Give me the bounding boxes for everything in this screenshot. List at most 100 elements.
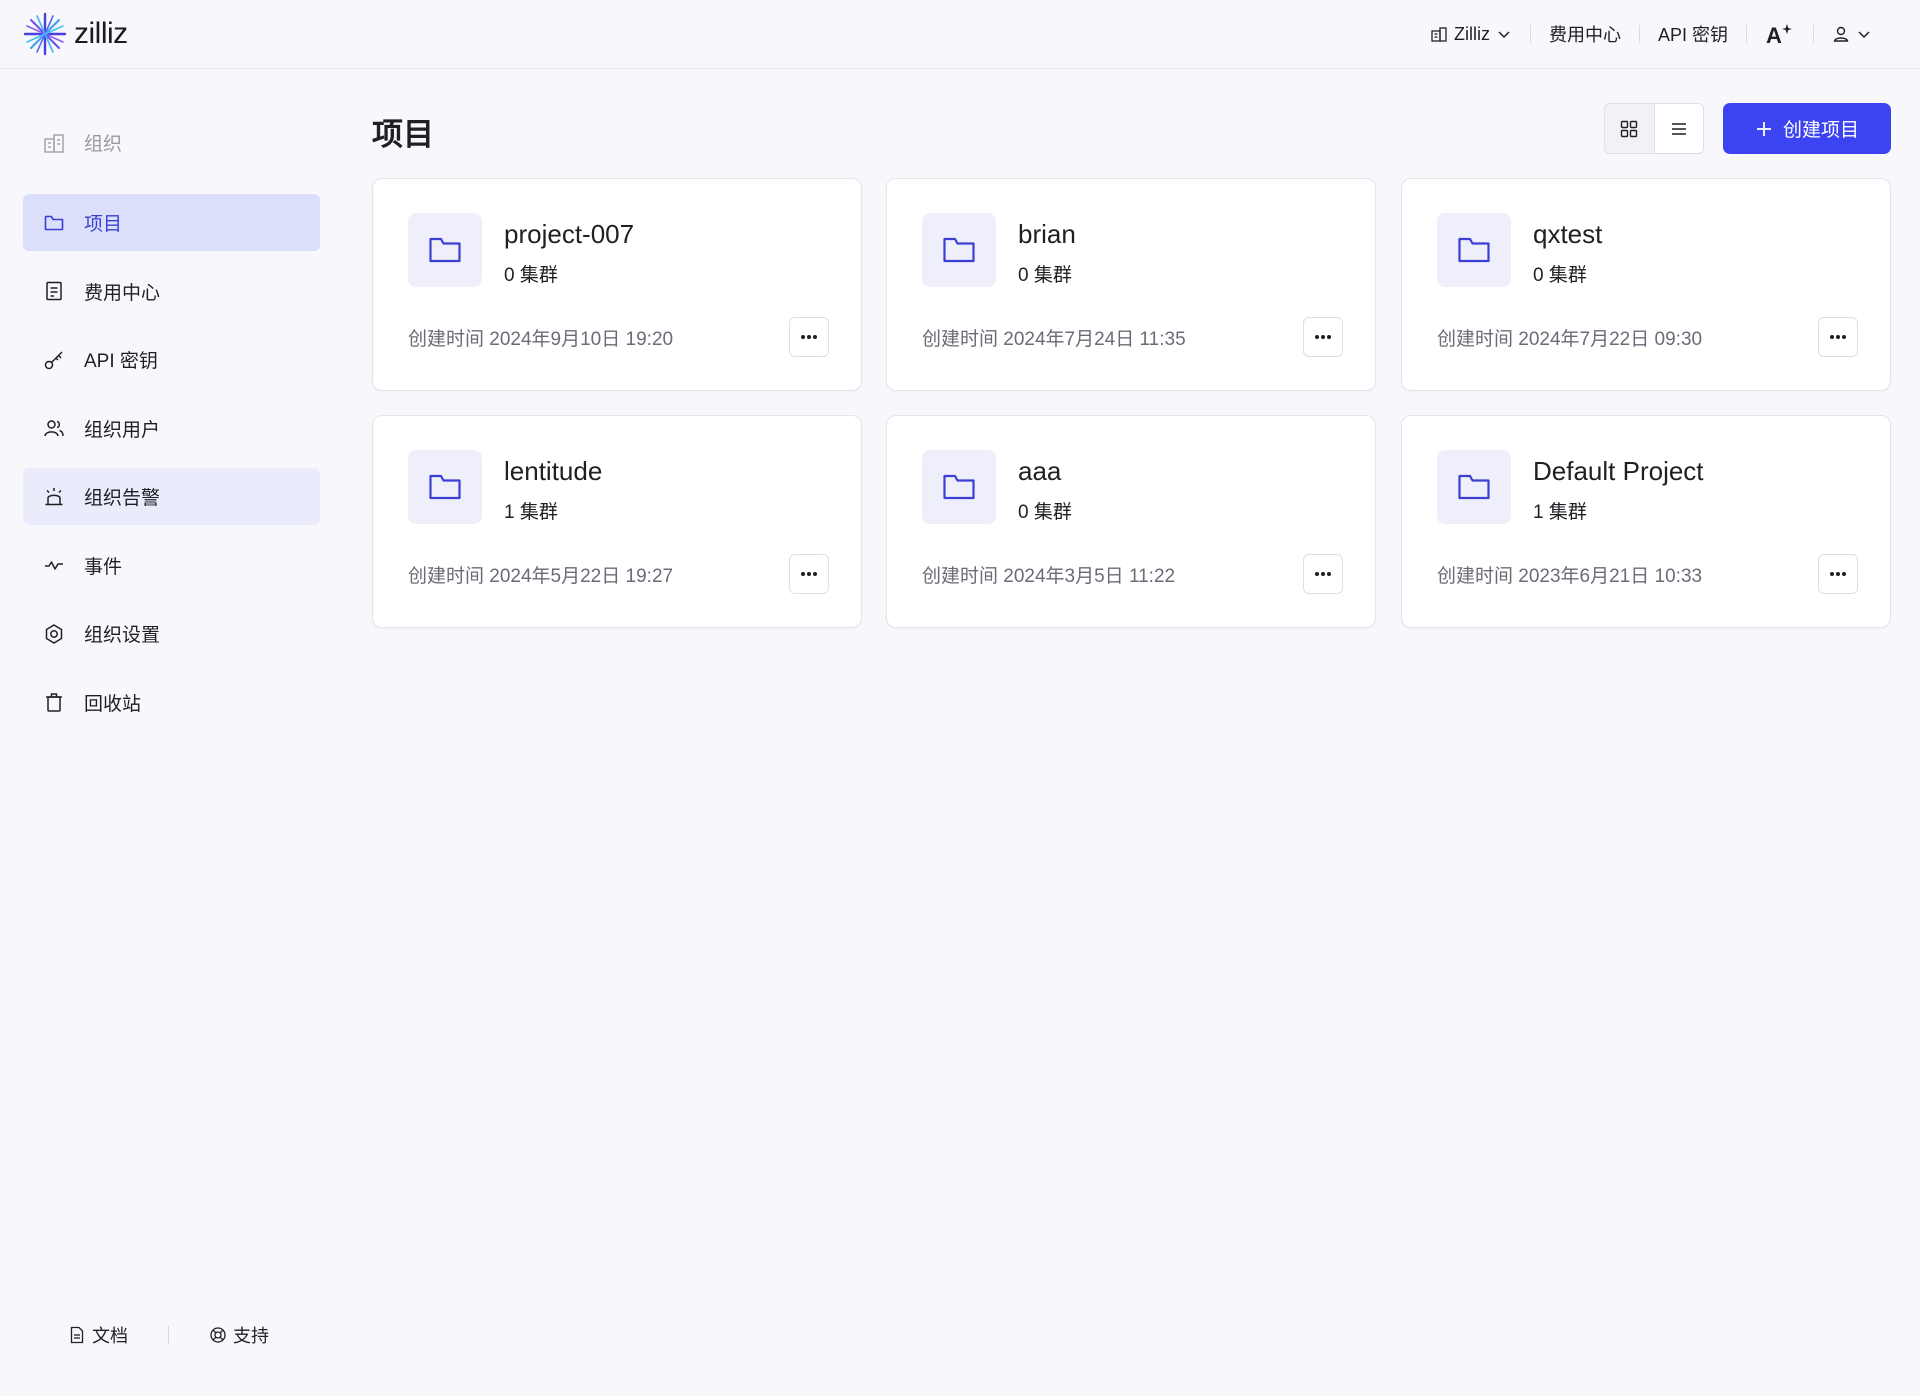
support-link[interactable]: 支持 <box>209 1322 269 1348</box>
api-key-link[interactable]: API 密钥 <box>1640 21 1746 47</box>
org-switcher-label: Zilliz <box>1453 23 1490 44</box>
view-toggle <box>1604 103 1704 154</box>
created-time: 创建时间 2024年9月10日 19:20 <box>408 329 674 350</box>
project-card[interactable]: qxtest 0 集群 创建时间 2024年7月22日 09:30 <box>1401 178 1891 391</box>
project-name: Default Project <box>1533 456 1704 486</box>
logo-text: zilliz <box>74 17 128 50</box>
font-size-button[interactable]: A <box>1747 21 1813 47</box>
sidebar-item-recycle-bin[interactable]: 回收站 <box>23 674 320 731</box>
user-icon <box>1833 26 1849 42</box>
document-icon <box>70 1326 84 1344</box>
sidebar-item-label: 费用中心 <box>84 282 161 304</box>
sidebar-item-label: 组织告警 <box>84 488 161 509</box>
folder-icon <box>42 211 66 235</box>
sidebar-footer: 文档 支持 <box>68 1322 269 1348</box>
org-switcher[interactable]: Zilliz <box>1412 24 1530 45</box>
alarm-icon <box>42 485 66 509</box>
project-card[interactable]: brian 0 集群 创建时间 2024年7月24日 11:35 <box>886 178 1376 391</box>
create-project-button[interactable]: 创建项目 <box>1723 103 1891 154</box>
page-title: 项目 <box>372 117 434 152</box>
building-icon <box>1431 27 1447 42</box>
project-name: project-007 <box>504 219 635 249</box>
folder-icon <box>408 450 482 524</box>
activity-icon <box>42 553 66 577</box>
docs-link-label: 文档 <box>92 1326 128 1346</box>
more-options-button[interactable] <box>1818 317 1858 357</box>
billing-link[interactable]: 费用中心 <box>1531 21 1639 47</box>
support-link-label: 支持 <box>233 1326 269 1346</box>
folder-icon <box>408 213 482 287</box>
created-time: 创建时间 2024年3月5日 11:22 <box>922 566 1176 587</box>
sidebar-item-label: API 密钥 <box>84 351 158 372</box>
sidebar-item-label: 组织用户 <box>84 419 161 441</box>
cluster-count: 0 集群 <box>1533 265 1587 286</box>
more-options-button[interactable] <box>1303 554 1343 594</box>
cluster-count: 0 集群 <box>504 265 558 286</box>
created-time: 创建时间 2024年5月22日 19:27 <box>408 566 674 587</box>
folder-icon <box>922 213 996 287</box>
list-view-button[interactable] <box>1655 104 1704 153</box>
sidebar-item-label: 事件 <box>84 556 123 578</box>
chevron-down-icon <box>1498 31 1510 39</box>
sidebar-item-org-users[interactable]: 组织用户 <box>23 400 320 457</box>
list-icon <box>1671 122 1686 135</box>
sidebar: 组织 项目 费用中心 API 密钥 组织用户 组织告警 事件 组织设置 回收站 … <box>0 69 340 1396</box>
building-icon <box>42 131 66 155</box>
created-time: 创建时间 2024年7月24日 11:35 <box>922 329 1186 350</box>
cluster-count: 0 集群 <box>1018 502 1072 523</box>
zilliz-logo[interactable]: zilliz <box>22 11 128 57</box>
project-card[interactable]: project-007 0 集群 创建时间 2024年9月10日 19:20 <box>372 178 862 391</box>
plus-icon <box>1756 121 1771 136</box>
cluster-count: 1 集群 <box>1533 502 1587 523</box>
ellipsis-icon <box>801 572 817 576</box>
billing-link-label: 费用中心 <box>1548 25 1621 45</box>
top-bar: zilliz Zilliz 费用中心 API 密钥 A <box>0 0 1920 69</box>
more-options-button[interactable] <box>789 554 829 594</box>
sidebar-nav: 组织 项目 费用中心 API 密钥 组织用户 组织告警 事件 组织设置 回收站 <box>23 114 320 742</box>
user-menu[interactable] <box>1814 25 1890 43</box>
lifebuoy-icon <box>210 1327 226 1343</box>
more-options-button[interactable] <box>1818 554 1858 594</box>
ellipsis-icon <box>1315 572 1331 576</box>
project-card[interactable]: aaa 0 集群 创建时间 2024年3月5日 11:22 <box>886 415 1376 628</box>
svg-text:A: A <box>1766 23 1782 47</box>
sidebar-item-organization[interactable]: 组织 <box>23 114 320 171</box>
docs-link[interactable]: 文档 <box>68 1322 128 1348</box>
project-name: brian <box>1018 219 1076 249</box>
sidebar-item-projects[interactable]: 项目 <box>23 194 320 251</box>
sidebar-item-api-keys[interactable]: API 密钥 <box>23 331 320 388</box>
folder-icon <box>1437 213 1511 287</box>
more-options-button[interactable] <box>789 317 829 357</box>
chevron-down-icon <box>1858 31 1870 39</box>
key-icon <box>42 348 66 372</box>
sidebar-item-label: 组织设置 <box>84 625 161 646</box>
sidebar-item-events[interactable]: 事件 <box>23 537 320 594</box>
sidebar-item-billing[interactable]: 费用中心 <box>23 263 320 320</box>
users-icon <box>42 416 66 440</box>
sidebar-item-label: 组织 <box>84 134 123 155</box>
receipt-icon <box>42 279 66 303</box>
zilliz-star-icon <box>23 12 67 56</box>
trash-icon <box>42 690 66 714</box>
sidebar-item-org-settings[interactable]: 组织设置 <box>23 605 320 662</box>
font-size-icon: A <box>1766 23 1792 47</box>
sidebar-item-org-alerts[interactable]: 组织告警 <box>23 468 320 525</box>
project-card[interactable]: lentitude 1 集群 创建时间 2024年5月22日 19:27 <box>372 415 862 628</box>
gear-icon <box>42 622 66 646</box>
project-card[interactable]: Default Project 1 集群 创建时间 2023年6月21日 10:… <box>1401 415 1891 628</box>
project-name: qxtest <box>1533 219 1603 249</box>
folder-icon <box>922 450 996 524</box>
folder-icon <box>1437 450 1511 524</box>
project-name: aaa <box>1018 456 1062 486</box>
grid-view-button[interactable] <box>1605 104 1655 153</box>
divider <box>168 1326 169 1344</box>
ellipsis-icon <box>1830 335 1846 339</box>
top-right-nav: Zilliz 费用中心 API 密钥 A <box>1412 21 1890 47</box>
grid-icon <box>1621 120 1638 137</box>
api-key-link-label: API 密钥 <box>1657 25 1728 45</box>
more-options-button[interactable] <box>1303 317 1343 357</box>
project-name: lentitude <box>504 456 603 486</box>
create-project-label: 创建项目 <box>1782 120 1859 141</box>
ellipsis-icon <box>801 335 817 339</box>
ellipsis-icon <box>1830 572 1846 576</box>
